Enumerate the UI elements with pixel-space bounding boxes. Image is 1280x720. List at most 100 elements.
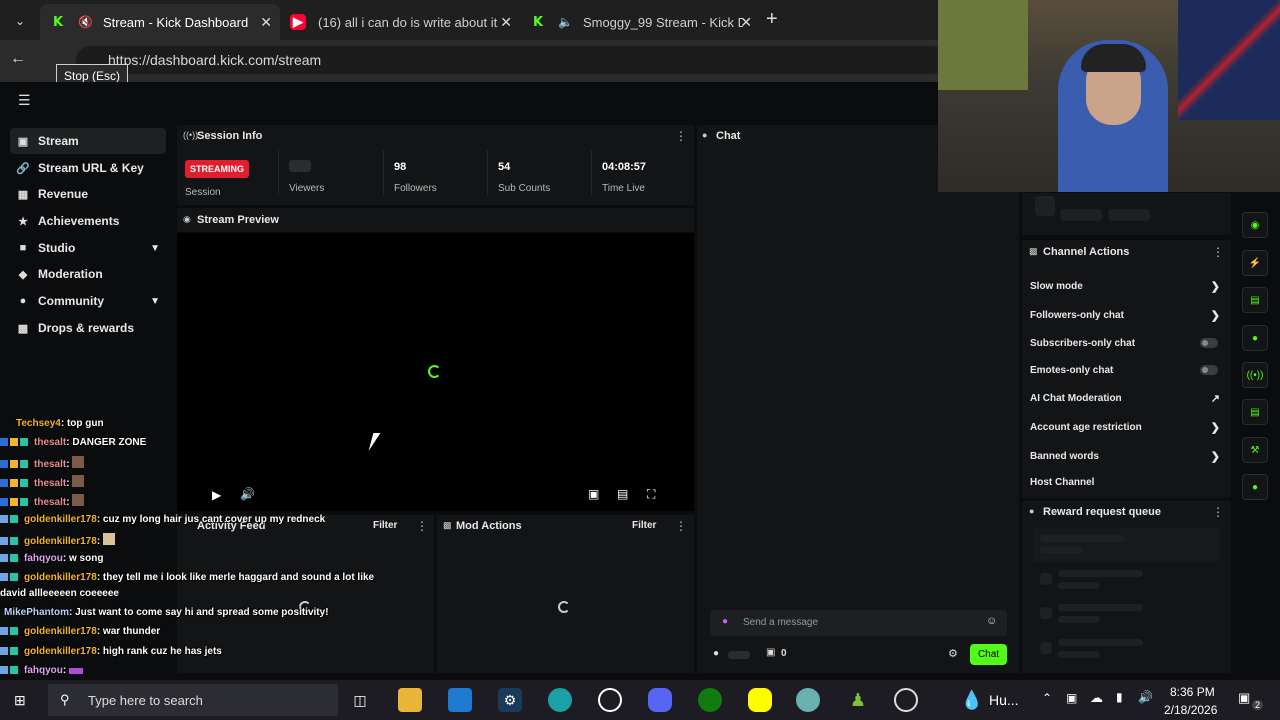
subscribers-only-toggle[interactable] [1200, 338, 1218, 348]
studio-icon: ■ [19, 242, 27, 254]
tab-smoggy-stream[interactable]: K 🔈 Smoggy_99 Stream - Kick Das ✕ [520, 4, 760, 40]
weather-label[interactable]: Hu... [989, 692, 1019, 708]
more-options-icon[interactable]: ⋮ [416, 519, 428, 533]
action-account-age[interactable]: Account age restriction ❯ [1030, 422, 1220, 434]
hamburger-menu-icon[interactable]: ☰ [18, 92, 31, 109]
action-emotes-only[interactable]: Emotes-only chat [1030, 365, 1220, 376]
store-icon[interactable]: ▣ [766, 647, 775, 658]
onedrive-icon[interactable]: ☁ [1090, 690, 1103, 706]
emoji-icon[interactable]: ☺ [986, 615, 997, 627]
tool-document-icon[interactable]: ▤ [1242, 287, 1268, 313]
store-app-icon[interactable] [448, 688, 472, 712]
sidebar-item-label: Community [38, 294, 104, 308]
action-host-channel[interactable]: Host Channel [1030, 477, 1220, 488]
steam-icon[interactable]: ⚙ [498, 688, 522, 712]
filter-button[interactable]: Filter [632, 520, 656, 531]
action-banned-words[interactable]: Banned words ❯ [1030, 451, 1220, 463]
tool-wrench-icon[interactable]: ⚒ [1242, 437, 1268, 463]
overlay-chat-line: fahqyou: w song [0, 553, 103, 564]
back-icon[interactable]: ← [10, 50, 26, 68]
close-tab-icon[interactable]: ✕ [260, 14, 272, 31]
community-icon: ● [19, 295, 27, 307]
obs-icon[interactable] [598, 688, 622, 712]
fullscreen-icon[interactable]: ⛶ [647, 487, 655, 502]
emotes-only-toggle[interactable] [1200, 365, 1218, 375]
volume-icon[interactable]: 🔊 [1138, 690, 1153, 704]
more-options-icon[interactable]: ⋮ [1212, 505, 1224, 519]
gift-icon: ▩ [17, 322, 29, 335]
sidebar-item-community[interactable]: ● Community ▼ [10, 288, 166, 314]
clock-time[interactable]: 8:36 PM [1170, 685, 1215, 699]
loading-spinner [428, 365, 441, 378]
filter-button[interactable]: Filter [373, 520, 397, 531]
edge-icon[interactable] [548, 688, 572, 712]
more-options-icon[interactable]: ⋮ [675, 129, 687, 143]
sidebar-item-studio[interactable]: ■ Studio ▼ [10, 235, 166, 261]
tool-chat-icon[interactable]: ● [1242, 325, 1268, 351]
viewers-skeleton [289, 160, 311, 172]
external-link-icon: ↗ [1210, 393, 1220, 405]
microphone-icon[interactable]: ● [722, 616, 728, 627]
tab-list-chevron-icon[interactable]: ⌄ [8, 10, 32, 32]
action-subscribers-only[interactable]: Subscribers-only chat [1030, 338, 1220, 349]
snapchat-icon[interactable] [748, 688, 772, 712]
tool-users-icon[interactable]: ● [1242, 474, 1268, 500]
theater-icon[interactable]: ▤ [617, 487, 628, 501]
more-options-icon[interactable]: ⋮ [1212, 245, 1224, 259]
taskbar-search[interactable]: ⚲ Type here to search [48, 684, 338, 716]
volume-icon[interactable]: 🔊 [240, 487, 255, 501]
pip-icon[interactable]: ▣ [588, 487, 599, 501]
sidebar-item-moderation[interactable]: ◆ Moderation [10, 261, 166, 287]
tool-lightning-icon[interactable]: ⚡ [1242, 250, 1268, 276]
file-explorer-icon[interactable] [398, 688, 422, 712]
action-label: Banned words [1030, 451, 1099, 462]
divider [383, 150, 384, 195]
search-placeholder: Type here to search [88, 693, 203, 708]
sidebar-item-stream[interactable]: ▣ Stream [10, 128, 166, 154]
channel-actions-icon: ▩ [1029, 246, 1038, 256]
sub-counts-value: 54 [498, 161, 511, 173]
tool-camera-icon[interactable]: ◉ [1242, 212, 1268, 238]
clock-date[interactable]: 2/18/2026 [1164, 703, 1217, 717]
skeleton [1040, 535, 1125, 542]
action-ai-chat-moderation[interactable]: AI Chat Moderation ↗ [1030, 393, 1220, 405]
chevron-up-icon[interactable]: ⌃ [1042, 691, 1052, 705]
tab-kick-dashboard[interactable]: K 🔇 Stream - Kick Dashboard ✕ [40, 4, 280, 40]
game-app-icon[interactable] [796, 688, 820, 712]
action-label: Account age restriction [1030, 422, 1142, 433]
overlay-chat-line: thesalt: [0, 475, 86, 489]
tray-icon[interactable]: ▣ [1066, 691, 1077, 705]
skeleton [1108, 209, 1150, 221]
overlay-chat-line: david allleeeeen coeeeee [0, 588, 119, 599]
reward-queue-title: Reward request queue [1043, 506, 1161, 518]
more-options-icon[interactable]: ⋮ [675, 519, 687, 533]
sidebar-item-drops-rewards[interactable]: ▩ Drops & rewards [10, 315, 166, 341]
recording-app-icon[interactable] [894, 688, 918, 712]
settings-gear-icon[interactable]: ⚙ [948, 647, 958, 660]
action-slow-mode[interactable]: Slow mode ❯ [1030, 281, 1220, 293]
tool-layout-icon[interactable]: ▤ [1242, 399, 1268, 425]
tool-broadcast-icon[interactable]: ((•)) [1242, 362, 1268, 388]
action-followers-only[interactable]: Followers-only chat ❯ [1030, 310, 1220, 322]
xbox-icon[interactable] [698, 688, 722, 712]
new-tab-icon[interactable]: + [766, 8, 778, 31]
close-tab-icon[interactable]: ✕ [500, 14, 512, 31]
flag-image [1178, 0, 1280, 120]
sidebar-item-achievements[interactable]: ★ Achievements [10, 208, 166, 234]
sidebar-item-label: Stream URL & Key [38, 161, 144, 175]
sidebar-item-revenue[interactable]: ▦ Revenue [10, 181, 166, 207]
battery-icon[interactable]: ▮ [1116, 690, 1123, 704]
tab-youtube[interactable]: ▶ (16) all i can do is write about it ly… [280, 4, 520, 40]
start-icon[interactable]: ⊞ [14, 692, 32, 710]
url-field[interactable]: https://dashboard.kick.com/stream [76, 46, 946, 74]
weather-icon[interactable]: 💧 [960, 688, 984, 712]
close-tab-icon[interactable]: ✕ [740, 14, 752, 31]
notification-icon[interactable]: ▣ [1238, 690, 1250, 706]
discord-icon[interactable] [648, 688, 672, 712]
chat-input[interactable]: ● Send a message ☺ [710, 610, 1007, 636]
send-chat-button[interactable]: Chat [970, 644, 1007, 665]
sidebar-item-stream-url-key[interactable]: 🔗 Stream URL & Key [10, 155, 166, 181]
play-icon[interactable]: ▶ [212, 488, 221, 502]
task-view-icon[interactable]: ◫ [348, 688, 372, 712]
chess-app-icon[interactable]: ♟ [846, 688, 870, 712]
